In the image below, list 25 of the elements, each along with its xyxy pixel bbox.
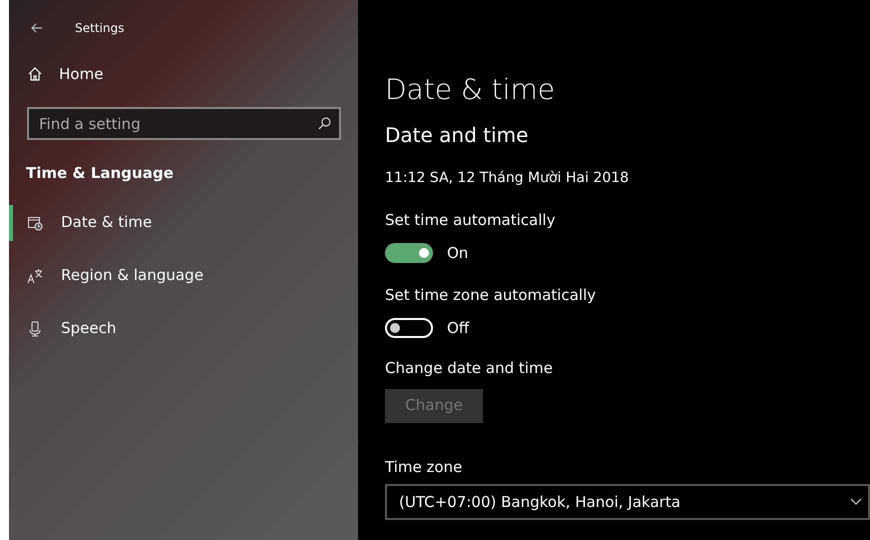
search-icon[interactable] — [318, 117, 331, 130]
section-heading: Time & Language — [25, 163, 175, 184]
search-field[interactable]: Find a setting — [27, 107, 341, 140]
section-title: Date and time — [385, 122, 530, 149]
change-date-label: Change date and time — [385, 358, 554, 379]
toggle-state: Off — [447, 318, 470, 338]
time-zone-dropdown[interactable]: (UTC+07:00) Bangkok, Hanoi, Jakarta — [385, 484, 870, 520]
back-arrow-icon[interactable] — [31, 23, 43, 33]
home-icon — [27, 66, 43, 82]
microphone-icon — [27, 320, 43, 336]
toggle-switch[interactable] — [385, 242, 433, 263]
calendar-clock-icon — [27, 214, 43, 230]
window-title: Settings — [75, 20, 124, 37]
nav-item[interactable]: Speech — [9, 310, 358, 346]
current-date-time: 11:12 SA, 12 Tháng Mười Hai 2018 — [385, 169, 630, 188]
nav-item[interactable]: Region & language — [9, 258, 358, 294]
toggle-state: On — [447, 242, 468, 264]
time-zone-label: Time zone — [385, 456, 464, 478]
toggle-switch[interactable] — [385, 318, 433, 338]
chevron-down-icon — [850, 498, 862, 506]
home-nav-item[interactable]: Home — [9, 56, 358, 92]
toggle-label: Set time zone automatically — [385, 285, 597, 306]
page-title: Date & time — [385, 72, 556, 108]
toggle-label: Set time automatically — [385, 210, 556, 231]
language-icon — [27, 268, 43, 284]
